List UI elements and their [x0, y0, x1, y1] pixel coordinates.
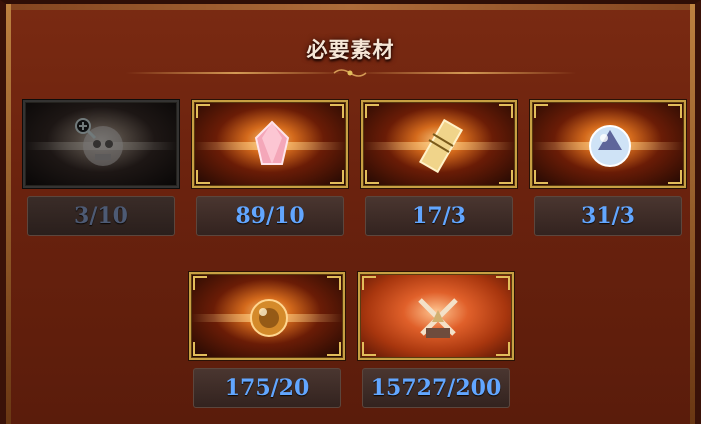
material-thumbnail[interactable]: [23, 100, 179, 188]
gold-scroll-icon: [418, 118, 464, 174]
material-item[interactable]: 89/10: [192, 100, 348, 240]
title-divider-right: [356, 72, 576, 74]
material-count: 3/10: [27, 196, 175, 236]
page-title: 必要素材: [306, 38, 395, 62]
title-divider-left: [126, 72, 346, 74]
material-count: 175/20: [193, 368, 341, 408]
panel-header: 必要素材: [6, 10, 695, 86]
material-count: 15727/200: [362, 368, 510, 408]
title-ornament-icon: [333, 69, 367, 77]
blue-orb-icon: [589, 125, 631, 167]
material-count: 17/3: [365, 196, 513, 236]
material-thumbnail[interactable]: [189, 272, 345, 360]
material-thumbnail[interactable]: [530, 100, 686, 188]
material-count: 89/10: [196, 196, 344, 236]
material-item[interactable]: 15727/200: [358, 272, 514, 412]
material-item[interactable]: 3/10: [23, 100, 179, 240]
material-item[interactable]: 17/3: [361, 100, 517, 240]
pink-crystal-icon: [254, 120, 290, 165]
zoom-in-icon[interactable]: [73, 116, 97, 140]
material-item[interactable]: 31/3: [530, 100, 686, 240]
amber-orb-icon: [250, 299, 288, 337]
material-thumbnail[interactable]: [358, 272, 514, 360]
material-count: 31/3: [534, 196, 682, 236]
material-item[interactable]: 175/20: [189, 272, 345, 412]
required-materials-panel: 必要素材 3/10 89/10 17/3 31/3 175/20 15727/2…: [0, 0, 701, 424]
crossed-swords-icon: [418, 298, 458, 338]
material-thumbnail[interactable]: [361, 100, 517, 188]
material-thumbnail[interactable]: [192, 100, 348, 188]
